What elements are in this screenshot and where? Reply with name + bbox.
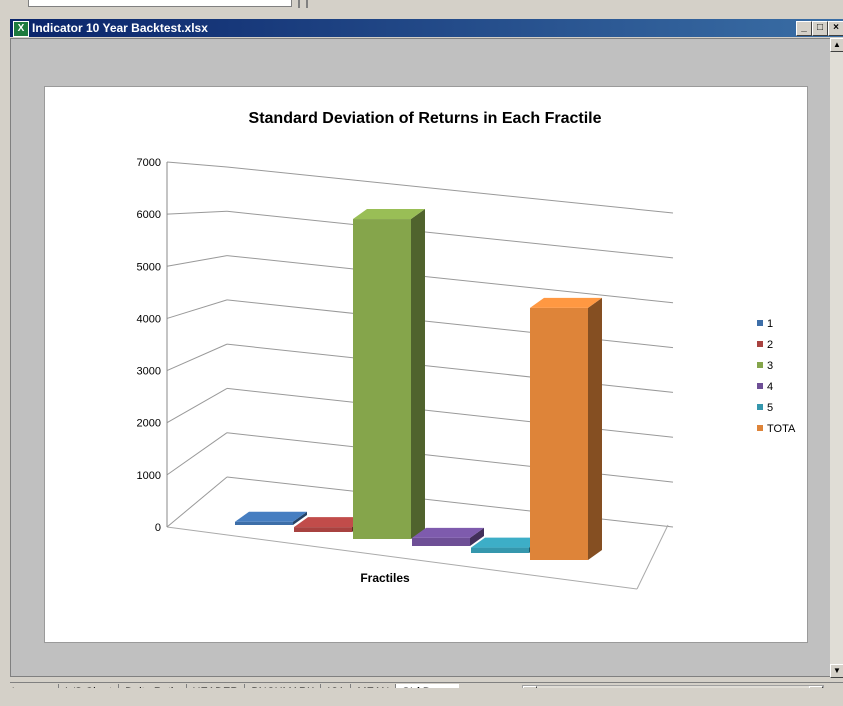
legend-swatch (757, 341, 763, 347)
legend-swatch (757, 362, 763, 368)
splitter[interactable] (298, 0, 308, 8)
bar-front (412, 537, 470, 546)
window-title: Indicator 10 Year Backtest.xlsx (32, 21, 208, 35)
gridline (226, 255, 674, 304)
legend-entry: 4 (767, 381, 773, 393)
gridline-side (166, 387, 228, 424)
legend-swatch (757, 320, 763, 326)
bar-side (588, 297, 602, 560)
minimize-button[interactable]: _ (796, 21, 812, 36)
y-tick-label: 7000 (137, 157, 161, 169)
legend-entry: 3 (767, 360, 773, 372)
gridline (226, 299, 674, 349)
legend-entry: 1 (767, 318, 773, 330)
y-tick-label: 0 (155, 522, 161, 534)
chart-area[interactable]: Standard Deviation of Returns in Each Fr… (44, 86, 808, 643)
maximize-button[interactable]: □ (812, 21, 828, 36)
chart-title: Standard Deviation of Returns in Each Fr… (249, 110, 602, 127)
vertical-scrollbar[interactable]: ▲ ▼ (830, 38, 843, 678)
gridline (226, 432, 674, 483)
scroll-up-arrow-icon[interactable]: ▲ (830, 38, 843, 52)
gridline-side (166, 476, 228, 528)
bar-front (471, 547, 529, 553)
bar-front (530, 307, 588, 560)
gridline-side (166, 255, 228, 267)
gridline-side (166, 210, 228, 215)
legend-swatch (757, 383, 763, 389)
chart-svg: Standard Deviation of Returns in Each Fr… (137, 110, 796, 590)
gridline-side (166, 299, 228, 319)
scroll-down-arrow-icon[interactable]: ▼ (830, 664, 843, 678)
gridline-side (166, 432, 228, 476)
y-tick-label: 6000 (137, 209, 161, 221)
gridline (226, 387, 674, 438)
bar-front (235, 521, 293, 525)
legend-entry: 5 (767, 402, 773, 414)
y-tick-label: 1000 (137, 470, 161, 482)
sheet-content: Standard Deviation of Returns in Each Fr… (10, 38, 832, 677)
name-box[interactable] (28, 0, 292, 7)
close-button[interactable]: × (828, 21, 843, 36)
y-tick-label: 3000 (137, 366, 161, 378)
y-tick-label: 2000 (137, 418, 161, 430)
bar-front (353, 219, 411, 539)
y-tick-label: 4000 (137, 313, 161, 325)
gridline (226, 166, 674, 214)
gridline (226, 210, 674, 259)
gridline-side (166, 343, 228, 372)
x-axis-label: Fractiles (360, 571, 410, 585)
title-bar[interactable]: X Indicator 10 Year Backtest.xlsx _ □ × (10, 19, 843, 37)
gridline (226, 343, 674, 393)
legend-entry: TOTA (767, 423, 796, 435)
legend-swatch (757, 404, 763, 410)
floor-right-edge (636, 524, 669, 590)
gridline-side (166, 161, 228, 168)
bar-front (294, 527, 352, 532)
legend-entry: 2 (767, 339, 773, 351)
bar-side (411, 209, 425, 539)
workbook-window: X Indicator 10 Year Backtest.xlsx _ □ × … (0, 16, 843, 706)
legend-swatch (757, 425, 763, 431)
excel-icon: X (13, 21, 29, 37)
bottom-strip (0, 688, 843, 706)
y-tick-label: 5000 (137, 261, 161, 273)
